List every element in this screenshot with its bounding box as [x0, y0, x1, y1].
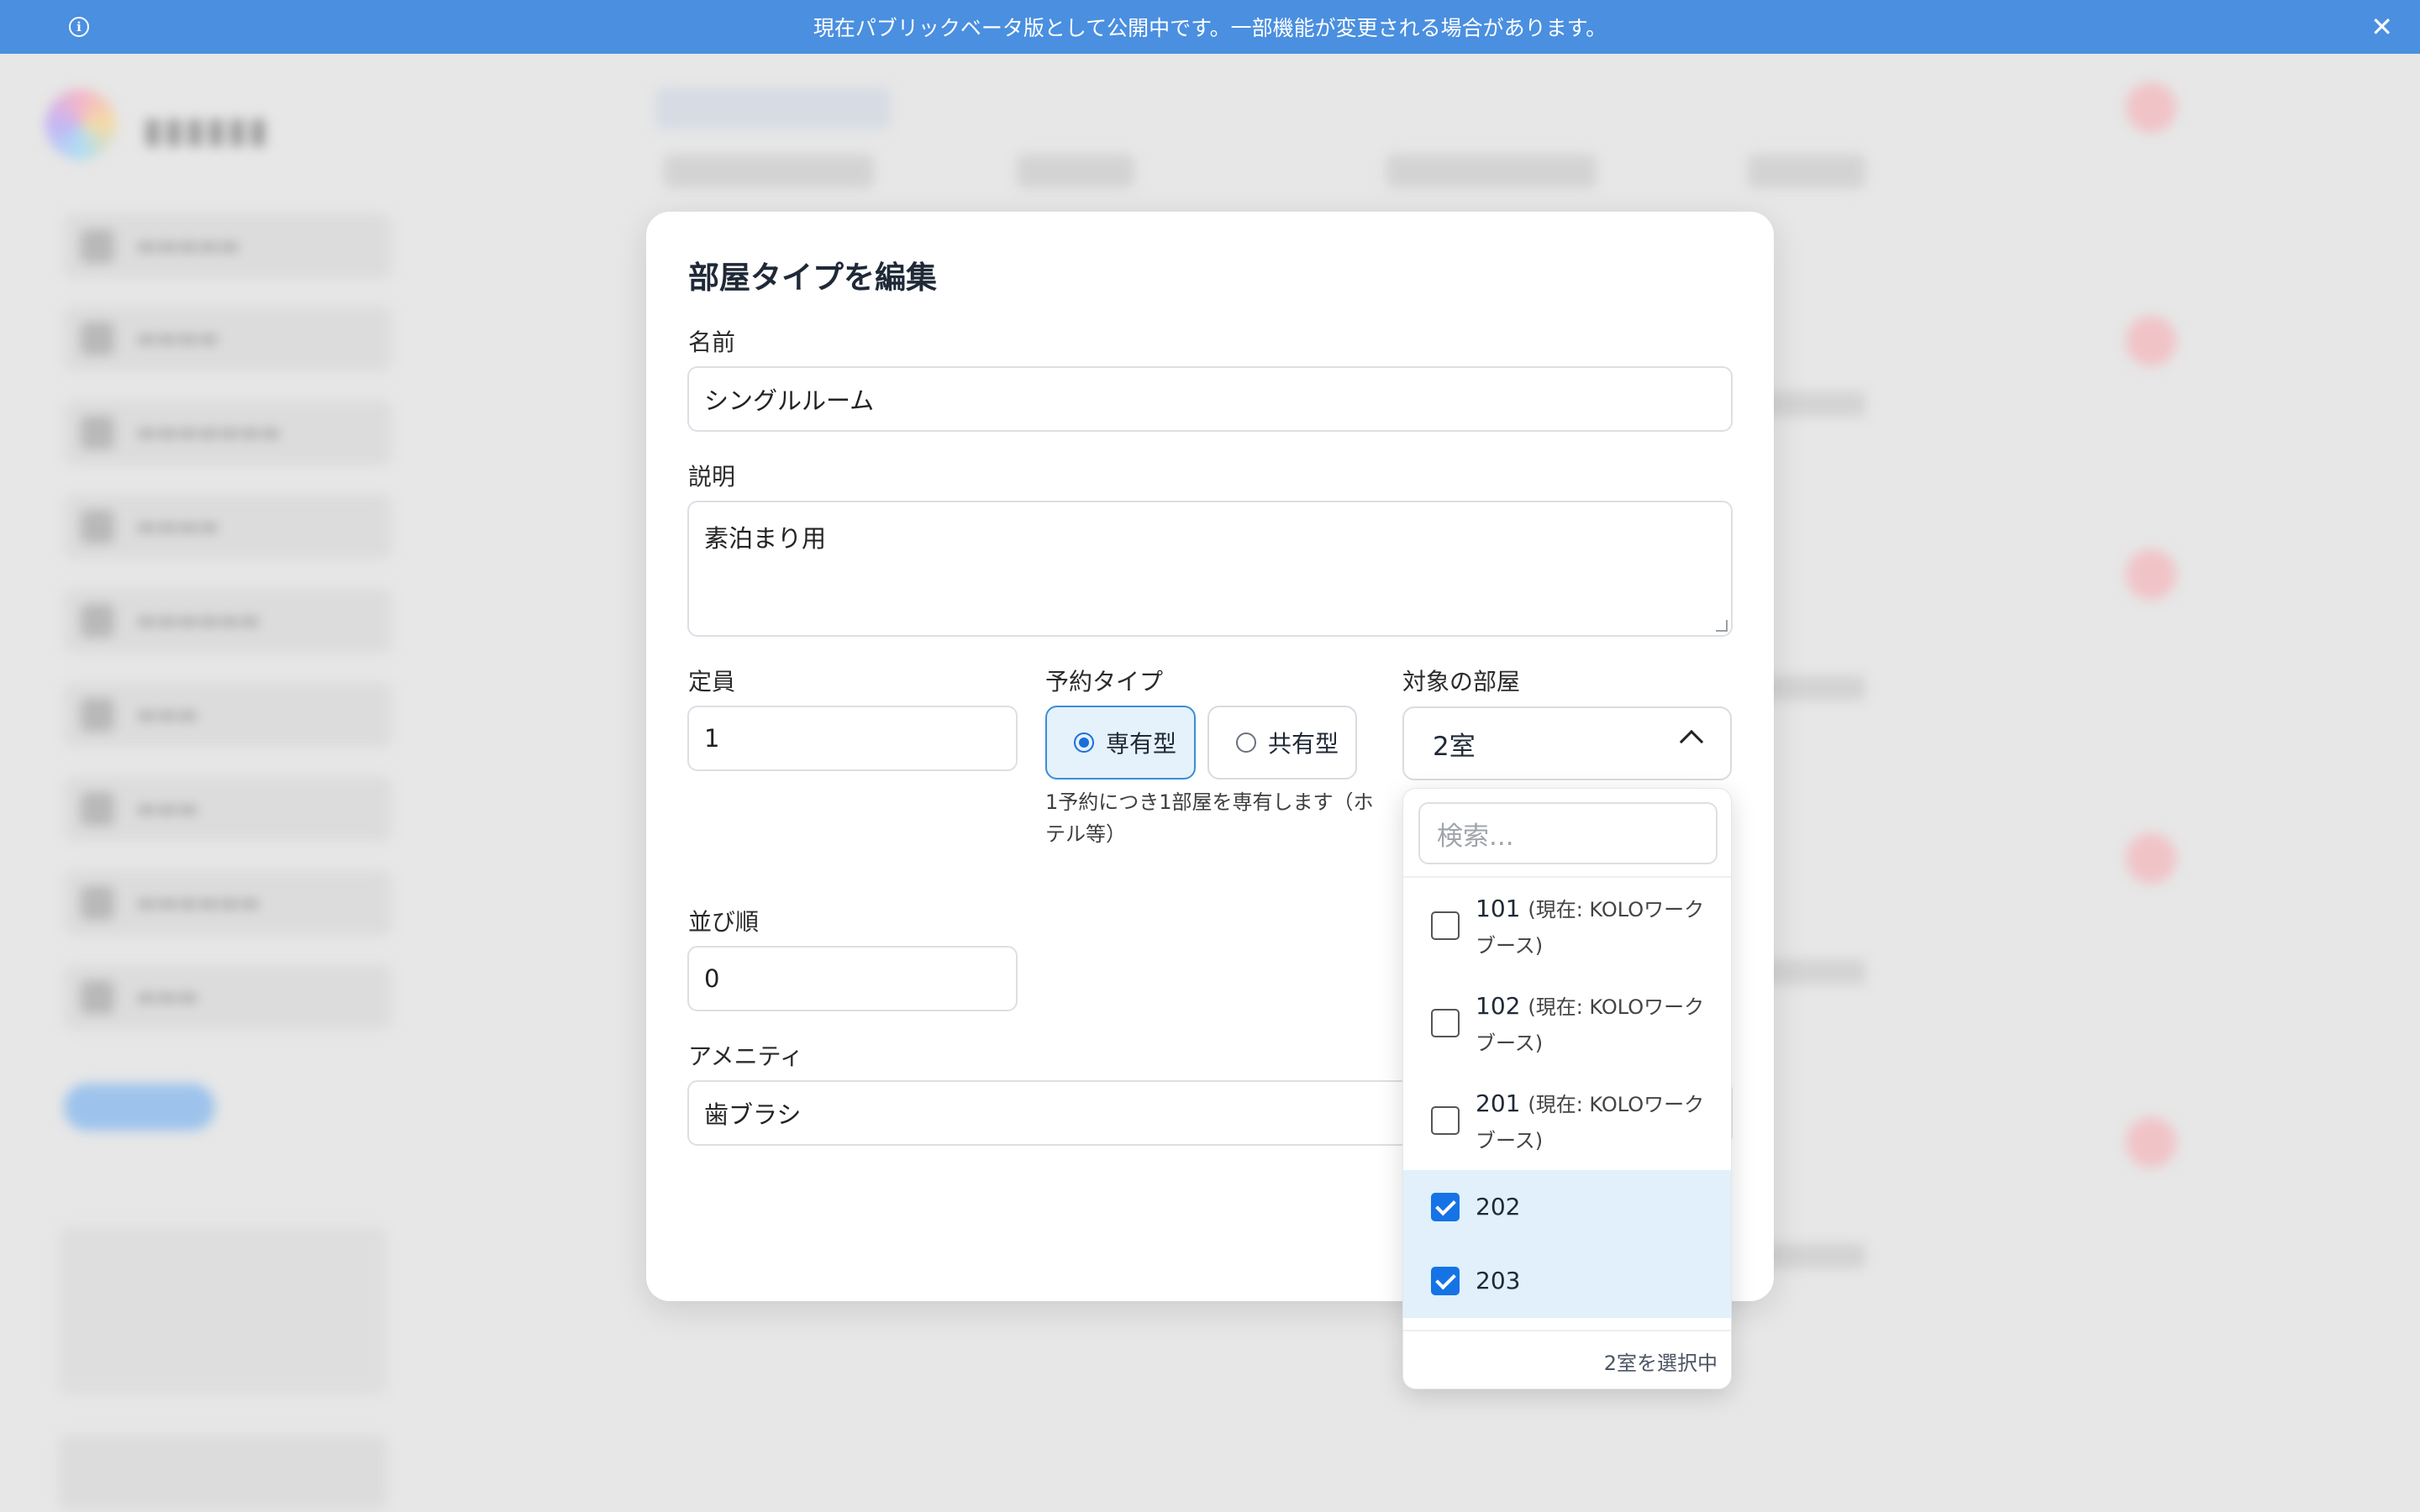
description-textarea[interactable]: 素泊まり用: [687, 501, 1733, 637]
sidebar-item: ▬▬▬▬▬▬: [64, 588, 392, 654]
sidebar-item: ▬▬▬: [64, 776, 392, 842]
room-number: 203: [1476, 1267, 1521, 1294]
room-option-102[interactable]: 102 (現在: KOLOワークブース): [1403, 975, 1731, 1073]
description-value: 素泊まり用: [704, 524, 827, 553]
sidebar-item: ▬▬▬▬▬▬▬: [64, 400, 392, 465]
booking-type-exclusive[interactable]: 専有型: [1045, 706, 1196, 780]
description-label: 説明: [688, 463, 736, 491]
room-option-202[interactable]: 202: [1403, 1170, 1731, 1244]
delete-button: [2126, 833, 2176, 884]
target-rooms-select[interactable]: 2室: [1402, 706, 1732, 780]
room-option-203[interactable]: 203: [1403, 1244, 1731, 1318]
sidebar-item: ▬▬▬▬: [64, 494, 392, 559]
room-option-201[interactable]: 201 (現在: KOLOワークブース): [1403, 1073, 1731, 1170]
booking-type-label: 予約タイプ: [1045, 668, 1164, 696]
checkbox-checked-icon[interactable]: [1431, 1267, 1460, 1295]
sidebar-item: ▬▬▬▬: [64, 306, 392, 371]
table-row: [1765, 391, 1865, 417]
delete-button: [2126, 1117, 2176, 1168]
modal-title: 部屋タイプを編集: [688, 260, 937, 296]
delete-button: [2126, 82, 2176, 133]
sidebar-item: ▬▬▬: [64, 682, 392, 748]
table-header-cell: [1017, 155, 1134, 188]
booking-type-shared[interactable]: 共有型: [1207, 706, 1357, 780]
app-logo: [45, 89, 116, 160]
booking-type-shared-label: 共有型: [1268, 730, 1339, 758]
sidebar-card: [59, 1226, 387, 1394]
target-rooms-summary: 2室: [1433, 731, 1476, 762]
table-row: [1765, 675, 1865, 701]
sidebar-pill: [64, 1084, 215, 1131]
table-header-cell: [1386, 155, 1597, 188]
room-number: 201: [1476, 1089, 1521, 1117]
page-header: [655, 87, 891, 129]
capacity-input[interactable]: 1: [687, 706, 1018, 771]
info-icon: i: [69, 17, 89, 37]
resize-handle-icon[interactable]: [1716, 620, 1728, 632]
room-search-input[interactable]: 検索...: [1418, 802, 1718, 864]
sort-order-input[interactable]: 0: [687, 946, 1018, 1011]
room-number: 102: [1476, 992, 1521, 1020]
amenities-label: アメニティ: [688, 1042, 803, 1070]
close-icon[interactable]: ✕: [2370, 12, 2393, 42]
booking-type-help: 1予約につき1部屋を専有します（ホテル等）: [1045, 790, 1374, 846]
table-header-cell: [1748, 155, 1865, 188]
sidebar-item: ▬▬▬▬▬: [64, 213, 392, 279]
checkbox-unchecked-icon[interactable]: [1431, 1106, 1460, 1135]
room-number: 202: [1476, 1193, 1521, 1221]
selection-count: 2室を選択中: [1603, 1351, 1718, 1375]
name-input[interactable]: シングルルーム: [687, 366, 1733, 432]
room-option-101[interactable]: 101 (現在: KOLOワークブース): [1403, 878, 1731, 975]
radio-unselected-icon: [1236, 732, 1256, 753]
chevron-up-icon: [1679, 729, 1704, 754]
name-label: 名前: [688, 328, 736, 356]
target-rooms-label: 対象の部屋: [1402, 668, 1521, 696]
target-rooms-dropdown: 検索... 101 (現在: KOLOワークブース) 102 (現在: KOLO…: [1402, 788, 1732, 1389]
booking-type-exclusive-label: 専有型: [1106, 730, 1177, 758]
checkbox-unchecked-icon[interactable]: [1431, 1009, 1460, 1037]
table-row: [1765, 959, 1865, 984]
delete-button: [2126, 316, 2176, 366]
table-header-cell: [664, 155, 874, 188]
sidebar-logout: [59, 1435, 387, 1510]
radio-selected-icon: [1074, 732, 1094, 753]
sidebar-item: ▬▬▬▬▬▬: [64, 870, 392, 936]
capacity-label: 定員: [688, 668, 736, 696]
beta-banner: i 現在パブリックベータ版として公開中です。一部機能が変更される場合があります。…: [0, 0, 2420, 54]
checkbox-checked-icon[interactable]: [1431, 1193, 1460, 1221]
app-brand: ▮▮▮▮▮▮: [143, 109, 270, 150]
banner-message: 現在パブリックベータ版として公開中です。一部機能が変更される場合があります。: [813, 16, 1607, 40]
checkbox-unchecked-icon[interactable]: [1431, 911, 1460, 940]
delete-button: [2126, 549, 2176, 600]
room-number: 101: [1476, 895, 1521, 922]
table-row: [1765, 1243, 1865, 1268]
sidebar-item: ▬▬▬: [64, 964, 392, 1030]
sort-order-label: 並び順: [688, 908, 760, 936]
